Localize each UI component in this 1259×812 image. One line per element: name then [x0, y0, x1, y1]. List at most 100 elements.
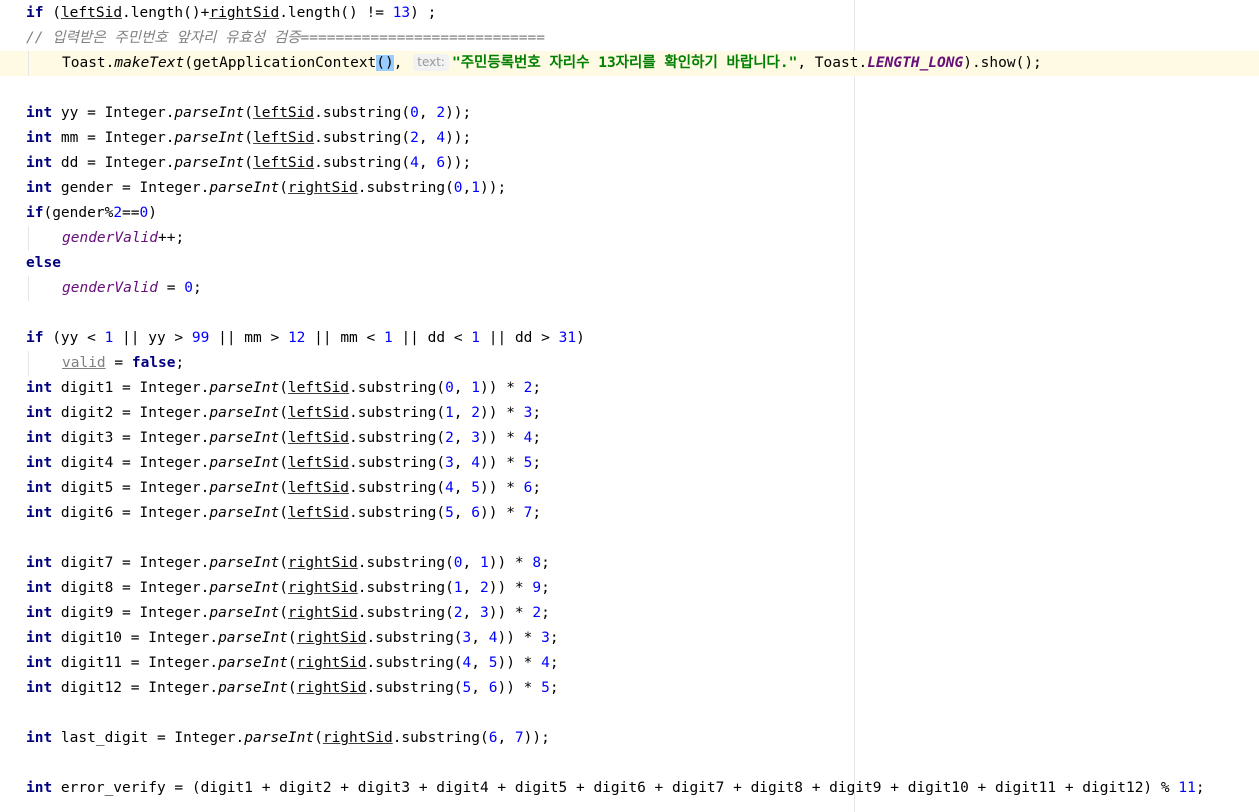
code-line[interactable]: genderValid++;: [0, 226, 1259, 251]
number-token: 0: [139, 205, 149, 221]
code-text: .substring(: [366, 680, 463, 696]
keyword-token: int: [26, 780, 53, 796]
code-text: ;: [192, 280, 202, 296]
code-line[interactable]: int gender = Integer.parseInt(rightSid.s…: [0, 176, 1259, 201]
code-text: ).show();: [963, 55, 1042, 71]
code-text: (getApplicationContext: [184, 55, 377, 71]
code-text: (: [279, 180, 288, 196]
code-line[interactable]: int digit3 = Integer.parseInt(leftSid.su…: [0, 426, 1259, 451]
parameter-hint: text:: [413, 54, 449, 71]
code-line[interactable]: int digit8 = Integer.parseInt(rightSid.s…: [0, 576, 1259, 601]
line-code: int digit1 = Integer.parseInt(leftSid.su…: [26, 376, 541, 401]
code-text: ;: [175, 355, 185, 371]
code-line[interactable]: int digit11 = Integer.parseInt(rightSid.…: [0, 651, 1259, 676]
line-code: if (yy < 1 || yy > 99 || mm > 12 || mm <…: [26, 326, 585, 351]
code-line[interactable]: int digit6 = Integer.parseInt(leftSid.su…: [0, 501, 1259, 526]
code-line[interactable]: int digit9 = Integer.parseInt(rightSid.s…: [0, 601, 1259, 626]
line-code: if(gender%2==0): [26, 201, 157, 226]
code-text: ;: [541, 580, 550, 596]
code-line[interactable]: int digit1 = Integer.parseInt(leftSid.su…: [0, 376, 1259, 401]
code-text: =: [105, 355, 132, 371]
code-text: (: [279, 605, 288, 621]
code-text: ;: [532, 455, 542, 471]
code-line[interactable]: valid = false;: [0, 351, 1259, 376]
code-line[interactable]: Toast.makeText(getApplicationContext() , …: [0, 51, 1259, 76]
number-token: 1: [471, 180, 480, 196]
code-text: ,: [471, 630, 489, 646]
unused-variable: valid: [62, 355, 106, 371]
code-line[interactable]: [0, 526, 1259, 551]
code-line[interactable]: int digit2 = Integer.parseInt(leftSid.su…: [0, 401, 1259, 426]
code-line[interactable]: int digit12 = Integer.parseInt(rightSid.…: [0, 676, 1259, 701]
code-text: || yy >: [113, 330, 192, 346]
number-token: 4: [436, 130, 446, 146]
code-text: (: [279, 480, 288, 496]
method-name: makeText: [114, 55, 185, 71]
code-line[interactable]: [0, 751, 1259, 776]
code-text: mm = Integer.: [52, 130, 175, 146]
code-line[interactable]: // 입력받은 주민번호 앞자리 유효성 검증=================…: [0, 26, 1259, 51]
keyword-token: int: [26, 380, 53, 396]
number-token: 13: [392, 5, 411, 21]
line-code: genderValid++;: [62, 226, 184, 251]
code-line[interactable]: int error_verify = (digit1 + digit2 + di…: [0, 776, 1259, 801]
code-line[interactable]: genderValid = 0;: [0, 276, 1259, 301]
line-code: int last_digit = Integer.parseInt(rightS…: [26, 726, 550, 751]
code-text: (: [279, 505, 288, 521]
code-text: digit6 = Integer.: [52, 505, 210, 521]
code-line[interactable]: int digit10 = Integer.parseInt(rightSid.…: [0, 626, 1259, 651]
code-line[interactable]: [0, 76, 1259, 101]
code-line[interactable]: if(gender%2==0): [0, 201, 1259, 226]
code-text: (: [314, 730, 323, 746]
code-line[interactable]: int digit4 = Integer.parseInt(leftSid.su…: [0, 451, 1259, 476]
keyword-token: int: [26, 605, 53, 621]
number-token: 31: [558, 330, 577, 346]
code-text: gender = Integer.: [52, 180, 210, 196]
code-line[interactable]: int mm = Integer.parseInt(leftSid.substr…: [0, 126, 1259, 151]
code-text: ,: [497, 730, 515, 746]
number-token: 1: [383, 330, 393, 346]
number-token: 1: [471, 380, 480, 396]
code-text: )) *: [488, 605, 533, 621]
code-line[interactable]: if (yy < 1 || yy > 99 || mm > 12 || mm <…: [0, 326, 1259, 351]
code-text: (: [279, 405, 288, 421]
code-line[interactable]: int digit7 = Integer.parseInt(rightSid.s…: [0, 551, 1259, 576]
line-code: valid = false;: [62, 351, 184, 376]
code-text: yy = Integer.: [52, 105, 175, 121]
code-text: (yy <: [43, 330, 105, 346]
code-text: .substring(: [392, 730, 489, 746]
code-text: =: [158, 280, 185, 296]
variable-reference: leftSid: [287, 505, 350, 521]
code-line[interactable]: [0, 701, 1259, 726]
method-name: parseInt: [209, 605, 280, 621]
code-text: .substring(: [314, 130, 411, 146]
code-text: (: [287, 680, 297, 696]
number-token: 3: [541, 630, 550, 646]
code-editor[interactable]: if (leftSid.length()+rightSid.length() !…: [0, 0, 1259, 812]
code-line[interactable]: if (leftSid.length()+rightSid.length() !…: [0, 1, 1259, 26]
code-text: (: [287, 630, 297, 646]
code-text: ,: [462, 180, 472, 196]
method-name: parseInt: [209, 455, 280, 471]
code-text: ;: [532, 380, 542, 396]
method-name: parseInt: [244, 730, 315, 746]
indent-guide: [28, 276, 29, 301]
code-text: ;: [549, 680, 559, 696]
variable-reference: leftSid: [253, 155, 315, 171]
code-line[interactable]: int yy = Integer.parseInt(leftSid.substr…: [0, 101, 1259, 126]
code-line[interactable]: int digit5 = Integer.parseInt(leftSid.su…: [0, 476, 1259, 501]
number-token: 5: [462, 680, 472, 696]
line-code: int digit3 = Integer.parseInt(leftSid.su…: [26, 426, 541, 451]
code-text: .length() !=: [279, 5, 393, 21]
line-code: int digit7 = Integer.parseInt(rightSid.s…: [26, 551, 550, 576]
code-line[interactable]: int dd = Integer.parseInt(leftSid.substr…: [0, 151, 1259, 176]
variable-reference: rightSid: [287, 605, 358, 621]
line-code: int digit8 = Integer.parseInt(rightSid.s…: [26, 576, 550, 601]
line-code: int digit11 = Integer.parseInt(rightSid.…: [26, 651, 559, 676]
code-line[interactable]: else: [0, 251, 1259, 276]
line-code: int yy = Integer.parseInt(leftSid.substr…: [26, 101, 471, 126]
code-line[interactable]: [0, 301, 1259, 326]
code-text: ;: [541, 555, 550, 571]
number-token: 6: [471, 505, 480, 521]
code-line[interactable]: int last_digit = Integer.parseInt(rightS…: [0, 726, 1259, 751]
